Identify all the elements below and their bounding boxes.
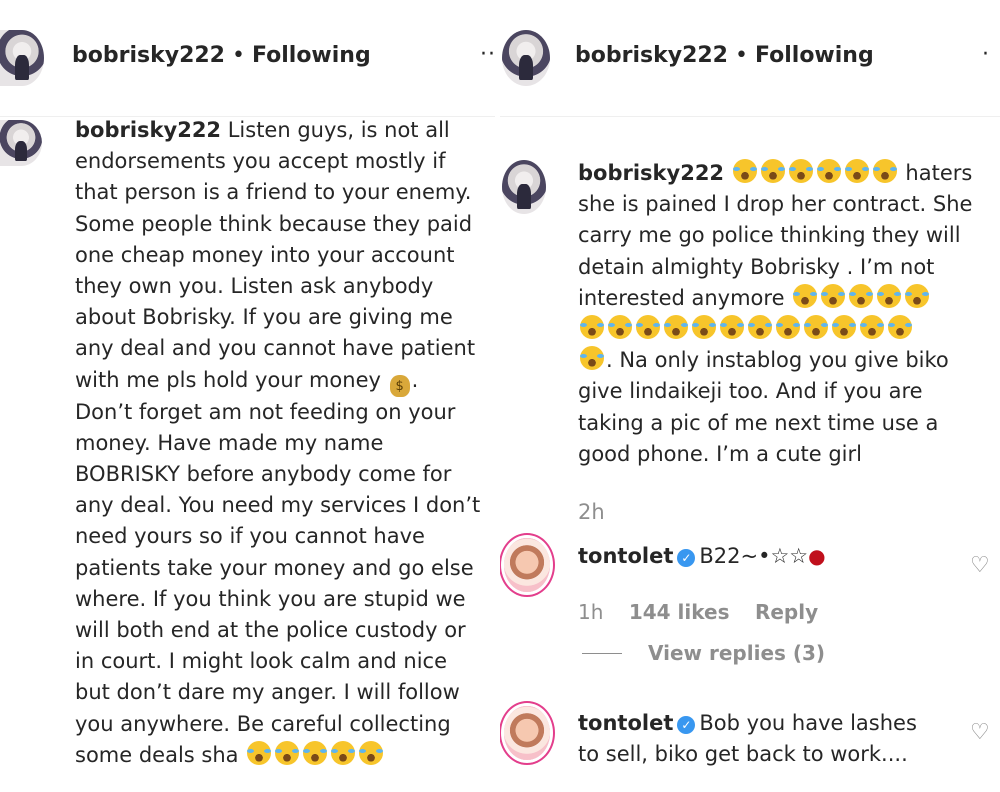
right-screenshot-panel: bobrisky222 • Following · bobrisky222 ha…: [500, 0, 1000, 792]
header-divider: [500, 116, 1000, 117]
reply-comment: tontolet ✓ Bob you have lashes to sell, bi…: [578, 711, 917, 767]
laughing-emoji-icon: [580, 346, 604, 371]
laughing-emoji-icon: [720, 315, 744, 340]
laughing-emoji-icon: [849, 283, 874, 308]
profile-avatar[interactable]: [0, 30, 44, 86]
post-header: bobrisky222 • Following ·: [500, 0, 1000, 116]
caption-username[interactable]: bobrisky222: [578, 161, 724, 185]
header-separator: •: [232, 43, 245, 68]
reply-username[interactable]: tontolet: [578, 544, 673, 568]
laughing-emoji-icon: [732, 159, 757, 183]
laughing-emoji-icon: [748, 315, 772, 340]
laughing-emoji-icon: [359, 740, 384, 765]
view-replies-button[interactable]: View replies (3): [648, 641, 825, 665]
laughing-emoji-icon: [832, 315, 856, 340]
profile-avatar[interactable]: [502, 30, 550, 86]
laughing-emoji-icon: [821, 283, 846, 308]
laughing-emoji-icon: [776, 315, 800, 340]
following-button[interactable]: Following: [755, 43, 874, 68]
laughing-emoji-icon: [872, 159, 897, 183]
laughing-emoji-icon: [888, 315, 912, 340]
laughing-emoji-icon: [692, 315, 716, 340]
more-options-icon[interactable]: ··: [480, 42, 495, 67]
post-avatar[interactable]: [502, 160, 546, 214]
header-username[interactable]: bobrisky222: [575, 43, 728, 68]
reply-timestamp[interactable]: 1h: [578, 600, 603, 624]
following-button[interactable]: Following: [252, 43, 371, 68]
header-separator: •: [735, 43, 748, 68]
laughing-emoji-icon: [247, 740, 272, 765]
money-bag-emoji-icon: $: [389, 374, 410, 397]
laughing-emoji-icon: [793, 283, 818, 308]
likes-count[interactable]: 144 likes: [629, 600, 730, 624]
lips-emoji-icon: ●: [808, 544, 826, 568]
view-replies-line: [582, 653, 622, 654]
post-timestamp[interactable]: 2h: [578, 500, 605, 524]
post-caption: bobrisky222 haters she is pained I drop …: [578, 159, 973, 466]
laughing-emoji-icon: [664, 315, 688, 340]
laughing-emoji-icon: [580, 315, 604, 340]
laughing-emoji-icon: [760, 159, 785, 183]
laughing-emoji-icon: [860, 315, 884, 340]
reply-username[interactable]: tontolet: [578, 711, 673, 735]
comment-body: bobrisky222 Listen guys, is not all endo…: [75, 118, 481, 767]
header-username[interactable]: bobrisky222: [72, 43, 225, 68]
laughing-emoji-icon: [877, 283, 902, 308]
laughing-emoji-icon: [816, 159, 841, 183]
laughing-emoji-icon: [804, 315, 828, 340]
laughing-emoji-icon: [331, 740, 356, 765]
like-heart-icon[interactable]: ♡: [970, 553, 990, 578]
reply-button[interactable]: Reply: [755, 600, 818, 624]
comment-avatar[interactable]: [0, 120, 42, 166]
comment-username[interactable]: bobrisky222: [75, 118, 221, 142]
verified-badge-icon: ✓: [677, 716, 696, 734]
like-heart-icon[interactable]: ♡: [970, 720, 990, 745]
reply-avatar[interactable]: [504, 538, 550, 592]
laughing-emoji-icon: [303, 740, 328, 765]
left-screenshot-panel: bobrisky222 • Following ·· bobrisky222 L…: [0, 0, 495, 792]
verified-badge-icon: ✓: [677, 549, 696, 567]
laughing-emoji-icon: [636, 315, 660, 340]
laughing-emoji-icon: [275, 740, 300, 765]
laughing-emoji-icon: [788, 159, 813, 183]
reply-comment: tontolet ✓ B22~•☆☆●: [578, 544, 826, 568]
laughing-emoji-icon: [905, 283, 930, 308]
reply-avatar[interactable]: [504, 706, 550, 760]
more-options-icon[interactable]: ·: [982, 42, 990, 67]
laughing-emoji-icon: [844, 159, 869, 183]
post-header: bobrisky222 • Following ··: [0, 0, 495, 116]
laughing-emoji-icon: [608, 315, 632, 340]
